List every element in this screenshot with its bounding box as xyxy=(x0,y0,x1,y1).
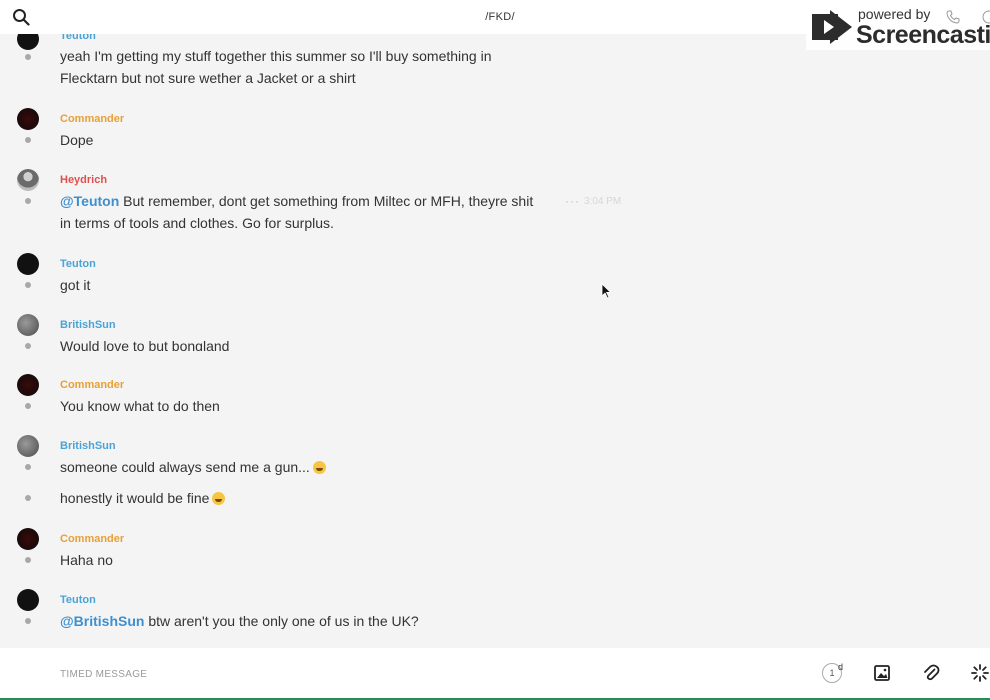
message-text-body: But remember, dont get something from Mi… xyxy=(119,193,534,209)
avatar xyxy=(17,253,39,275)
message-bullet xyxy=(25,618,31,624)
message-text: @Teuton But remember, dont get something… xyxy=(60,193,533,209)
message-author[interactable]: Teuton xyxy=(60,594,96,606)
message-bullet xyxy=(25,198,31,204)
avatar xyxy=(17,314,39,336)
message-bullet xyxy=(25,403,31,409)
message-timestamp: 3:04 PM xyxy=(584,196,622,207)
message-bullet xyxy=(25,464,31,470)
message-author[interactable]: Heydrich xyxy=(60,174,107,186)
watermark-powered-by: powered by xyxy=(858,6,931,22)
message-text: in terms of tools and clothes. Go for su… xyxy=(60,215,334,231)
message-text: Dope xyxy=(60,132,94,148)
avatar xyxy=(17,108,39,130)
mouse-cursor-icon xyxy=(601,283,612,299)
user-mention[interactable]: @BritishSun xyxy=(60,613,144,629)
tongue-emoji-icon xyxy=(212,492,226,505)
message-text: yeah I'm getting my stuff together this … xyxy=(60,48,492,64)
message-text: Would love to but bongland xyxy=(60,338,230,351)
message-bullet xyxy=(25,282,31,288)
timer-unit-label: d xyxy=(838,662,844,672)
message-bullet xyxy=(25,343,31,349)
image-icon[interactable] xyxy=(872,663,892,683)
message-author[interactable]: BritishSun xyxy=(60,440,116,452)
avatar xyxy=(17,528,39,550)
grinning-emoji-icon xyxy=(312,461,326,474)
avatar xyxy=(17,169,39,191)
loading-spinner-icon[interactable] xyxy=(970,663,990,683)
message-text: @BritishSun btw aren't you the only one … xyxy=(60,613,419,629)
message-author[interactable]: Commander xyxy=(60,533,124,545)
timed-message-input[interactable] xyxy=(60,666,760,682)
more-options-icon[interactable]: ··· xyxy=(565,194,580,208)
message-author[interactable]: Commander xyxy=(60,379,124,391)
avatar xyxy=(17,34,39,50)
message-list: Teuton yeah I'm getting my stuff togethe… xyxy=(0,34,990,648)
message-text-body: btw aren't you the only one of us in the… xyxy=(144,613,419,629)
message-composer: 1 d xyxy=(0,648,990,700)
message-bullet xyxy=(25,557,31,563)
avatar xyxy=(17,589,39,611)
message-text: You know what to do then xyxy=(60,398,220,414)
message-text-body: someone could always send me a gun... xyxy=(60,459,310,475)
message-bullet xyxy=(25,495,31,501)
message-text: Flecktarn but not sure wether a Jacket o… xyxy=(60,70,356,86)
message-author[interactable]: Commander xyxy=(60,113,124,125)
avatar xyxy=(17,435,39,457)
message-bullet xyxy=(25,54,31,60)
info-icon[interactable] xyxy=(982,10,990,24)
user-mention[interactable]: @Teuton xyxy=(60,193,119,209)
message-text: honestly it would be fine xyxy=(60,490,226,506)
phone-icon[interactable] xyxy=(946,10,960,24)
message-author[interactable]: Teuton xyxy=(60,34,96,42)
avatar xyxy=(17,374,39,396)
message-bullet xyxy=(25,137,31,143)
message-text: got it xyxy=(60,277,91,293)
paperclip-icon[interactable] xyxy=(921,663,941,683)
message-author[interactable]: Teuton xyxy=(60,258,96,270)
message-text: Haha no xyxy=(60,552,113,568)
message-author[interactable]: BritishSun xyxy=(60,319,116,331)
message-text-body: honestly it would be fine xyxy=(60,490,210,506)
message-text: someone could always send me a gun... xyxy=(60,459,326,475)
